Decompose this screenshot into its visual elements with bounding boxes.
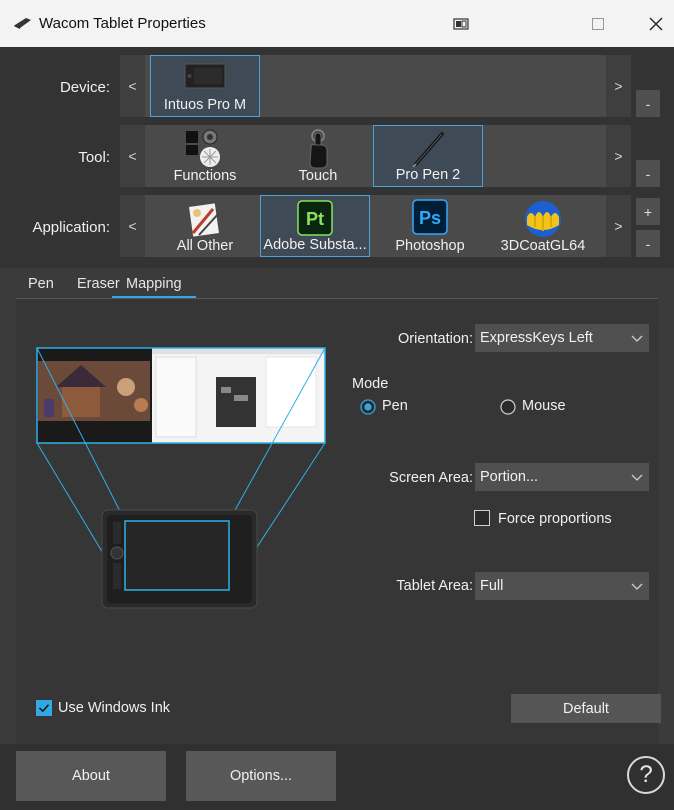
checkbox-checked-icon <box>36 700 52 716</box>
application-label: Application: <box>32 219 110 236</box>
title-bar: Wacom Tablet Properties <box>0 0 674 47</box>
tool-item-functions[interactable]: Functions <box>150 125 260 187</box>
mapping-preview <box>36 347 326 609</box>
tool-next-button[interactable]: > <box>606 125 631 187</box>
orientation-dropdown[interactable]: ExpressKeys Left <box>475 324 649 352</box>
tablet-icon <box>184 63 226 89</box>
tool-prev-button[interactable]: < <box>120 125 145 187</box>
application-prev-button[interactable]: < <box>120 195 145 257</box>
tool-strip: < Functions Touch Pro Pen 2 > <box>120 125 631 187</box>
application-item-adobe-substance[interactable]: Pt Adobe Substa... <box>260 195 370 257</box>
touch-hand-icon <box>309 129 328 169</box>
application-item-label: Photoshop <box>395 238 465 254</box>
tool-item-touch[interactable]: Touch <box>263 125 373 187</box>
application-strip: < All Other Pt Adobe Substa... Ps Photos… <box>120 195 631 257</box>
application-item-label: 3DCoatGL64 <box>500 238 586 254</box>
svg-text:Pt: Pt <box>306 209 324 229</box>
device-next-button[interactable]: > <box>606 55 631 117</box>
application-item-label: All Other <box>176 238 234 254</box>
screen-area-value: Portion... <box>480 469 539 485</box>
help-icon-glyph: ? <box>639 761 653 788</box>
device-label: Device: <box>59 79 110 96</box>
wacom-properties-window: Wacom Tablet Properties Device: < Intuos… <box>0 0 674 810</box>
use-windows-ink-label: Use Windows Ink <box>58 700 171 716</box>
footer-bar: About Options... ? <box>0 744 674 810</box>
screen-area-dropdown[interactable]: Portion... <box>475 463 649 491</box>
mode-mouse-label: Mouse <box>522 398 566 414</box>
default-button[interactable]: Default <box>511 694 661 723</box>
tab-mapping[interactable]: Mapping <box>112 272 196 299</box>
maximize-button[interactable] <box>580 10 616 38</box>
functions-icon <box>186 129 220 167</box>
tool-item-label: Functions <box>173 168 237 184</box>
application-remove-button[interactable]: - <box>636 230 660 257</box>
all-other-apps-icon <box>189 203 220 237</box>
device-item-intuos-pro-m[interactable]: Intuos Pro M <box>150 55 260 117</box>
chevron-down-icon <box>631 335 643 342</box>
mapping-panel: Orientation: ExpressKeys Left Mode Pen M… <box>16 298 661 745</box>
substance-painter-icon: Pt <box>297 200 333 236</box>
application-item-photoshop[interactable]: Ps Photoshop <box>375 195 485 257</box>
tool-remove-button[interactable]: - <box>636 160 660 187</box>
pen-icon <box>412 132 444 168</box>
orientation-value: ExpressKeys Left <box>480 330 593 346</box>
screen-preview-image <box>37 348 325 443</box>
force-proportions-label: Force proportions <box>498 511 612 527</box>
about-button[interactable]: About <box>16 751 166 801</box>
snap-layout-icon <box>453 18 469 30</box>
device-item-label: Intuos Pro M <box>163 97 247 113</box>
radio-selected-icon <box>360 399 376 415</box>
device-remove-button[interactable]: - <box>636 90 660 117</box>
tablet-area-label: Tablet Area: <box>396 578 473 594</box>
application-item-3dcoat[interactable]: 3DCoatGL64 <box>488 195 598 257</box>
chevron-down-icon <box>631 474 643 481</box>
chevron-down-icon <box>631 583 643 590</box>
tablet-area-value: Full <box>480 578 504 594</box>
tablet-area-dropdown[interactable]: Full <box>475 572 649 600</box>
radio-unselected-icon <box>500 399 516 415</box>
wacom-app-icon <box>14 18 31 29</box>
options-button[interactable]: Options... <box>186 751 336 801</box>
application-add-button[interactable]: + <box>636 198 660 225</box>
screen-area-label: Screen Area: <box>389 470 473 486</box>
mode-label: Mode <box>352 376 389 392</box>
settings-tabs: Pen Eraser Mapping <box>16 272 658 299</box>
maximize-icon <box>592 18 604 30</box>
3dcoat-icon <box>525 201 561 237</box>
tool-item-label: Touch <box>298 168 338 184</box>
photoshop-icon: Ps <box>412 199 448 235</box>
checkbox-unchecked-icon <box>474 510 490 526</box>
tool-item-label: Pro Pen 2 <box>395 167 461 183</box>
orientation-label: Orientation: <box>398 331 473 347</box>
snap-layout-button[interactable] <box>444 10 480 38</box>
tablet-illustration <box>101 509 258 609</box>
application-next-button[interactable]: > <box>606 195 631 257</box>
mode-pen-label: Pen <box>382 398 408 414</box>
device-strip: < Intuos Pro M > <box>120 55 631 117</box>
selector-area: Device: < Intuos Pro M > - Tool: < Funct… <box>0 47 674 268</box>
window-title: Wacom Tablet Properties <box>39 15 206 32</box>
close-button[interactable] <box>638 10 674 38</box>
close-icon <box>649 17 663 31</box>
tool-label: Tool: <box>78 149 110 166</box>
help-icon[interactable]: ? <box>627 756 665 794</box>
tool-item-pro-pen-2[interactable]: Pro Pen 2 <box>373 125 483 187</box>
device-prev-button[interactable]: < <box>120 55 145 117</box>
application-item-label: Adobe Substa... <box>263 237 367 253</box>
application-item-all-other[interactable]: All Other <box>150 195 260 257</box>
tab-pen[interactable]: Pen <box>28 272 54 296</box>
svg-text:Ps: Ps <box>419 208 441 228</box>
